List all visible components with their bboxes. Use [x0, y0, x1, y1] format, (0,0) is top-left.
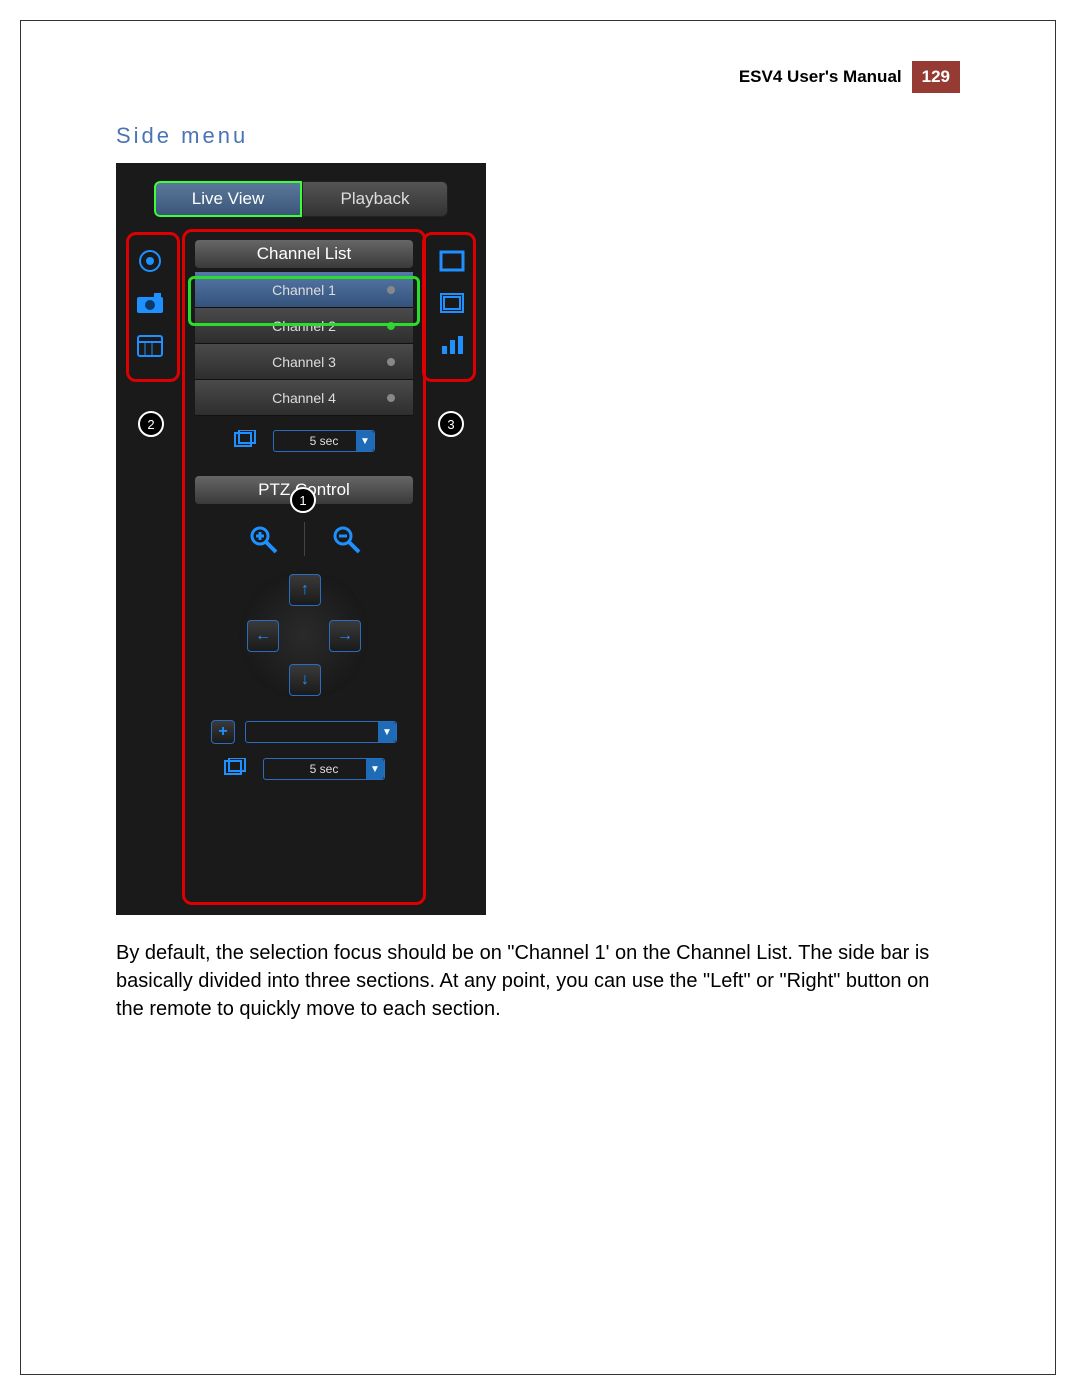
ptz-dpad: ↑ ← → ↓ — [239, 570, 369, 700]
tab-label: Playback — [341, 189, 410, 209]
section-heading: Side menu — [116, 123, 960, 149]
sequence-row: 5 sec ▼ — [195, 430, 413, 452]
add-preset-button[interactable]: + — [211, 720, 235, 744]
status-dot-icon — [387, 394, 395, 402]
chevron-down-icon: ▼ — [378, 722, 396, 742]
channel-item[interactable]: Channel 3 — [195, 344, 413, 380]
ptz-left-button[interactable]: ← — [247, 620, 279, 652]
slideshow-icon[interactable] — [233, 430, 257, 452]
ptz-down-button[interactable]: ↓ — [289, 664, 321, 696]
calendar-icon[interactable] — [132, 327, 168, 363]
zoom-out-icon[interactable] — [329, 522, 363, 556]
camera-icon[interactable] — [132, 285, 168, 321]
status-dot-icon — [387, 358, 395, 366]
page-header: ESV4 User's Manual 129 — [116, 61, 960, 93]
slideshow-icon[interactable] — [223, 758, 247, 780]
right-toolbar — [432, 237, 472, 369]
ptz-tour-row: 5 sec ▼ — [201, 758, 407, 780]
callout-3: 3 — [438, 411, 464, 437]
window-icon[interactable] — [434, 285, 470, 321]
channel-label: Channel 3 — [272, 354, 336, 370]
chevron-down-icon: ▼ — [356, 431, 374, 451]
preset-row: + ▼ — [201, 720, 407, 744]
record-icon[interactable] — [132, 243, 168, 279]
tab-playback[interactable]: Playback — [302, 181, 448, 217]
highlight-section-1: Channel List Channel 1 Channel 2 Channel… — [182, 229, 426, 905]
body-paragraph: By default, the selection focus should b… — [116, 939, 960, 1023]
preset-dropdown[interactable]: ▼ — [245, 721, 397, 743]
channel-list-header: Channel List — [195, 240, 413, 268]
sequence-interval-dropdown[interactable]: 5 sec ▼ — [273, 430, 375, 452]
tab-bar: Live View Playback — [154, 181, 448, 217]
tour-interval-dropdown[interactable]: 5 sec ▼ — [263, 758, 385, 780]
side-menu-screenshot: Live View Playback Channel List Channel … — [116, 163, 486, 915]
tab-label: Live View — [192, 189, 264, 209]
ptz-up-button[interactable]: ↑ — [289, 574, 321, 606]
divider — [304, 522, 305, 556]
dropdown-value: 5 sec — [310, 434, 339, 448]
channel-item[interactable]: Channel 4 — [195, 380, 413, 416]
callout-2: 2 — [138, 411, 164, 437]
bars-icon[interactable] — [434, 327, 470, 363]
channel-label: Channel 4 — [272, 390, 336, 406]
highlight-selected-channel — [188, 276, 420, 326]
chevron-down-icon: ▼ — [366, 759, 384, 779]
tab-live-view[interactable]: Live View — [154, 181, 302, 217]
fullscreen-icon[interactable] — [434, 243, 470, 279]
page-number: 129 — [912, 61, 960, 93]
zoom-in-icon[interactable] — [246, 522, 280, 556]
callout-1: 1 — [290, 487, 316, 513]
left-toolbar — [130, 237, 170, 369]
dropdown-value: 5 sec — [310, 762, 339, 776]
manual-title: ESV4 User's Manual — [729, 61, 912, 93]
ptz-right-button[interactable]: → — [329, 620, 361, 652]
zoom-row — [185, 522, 423, 556]
